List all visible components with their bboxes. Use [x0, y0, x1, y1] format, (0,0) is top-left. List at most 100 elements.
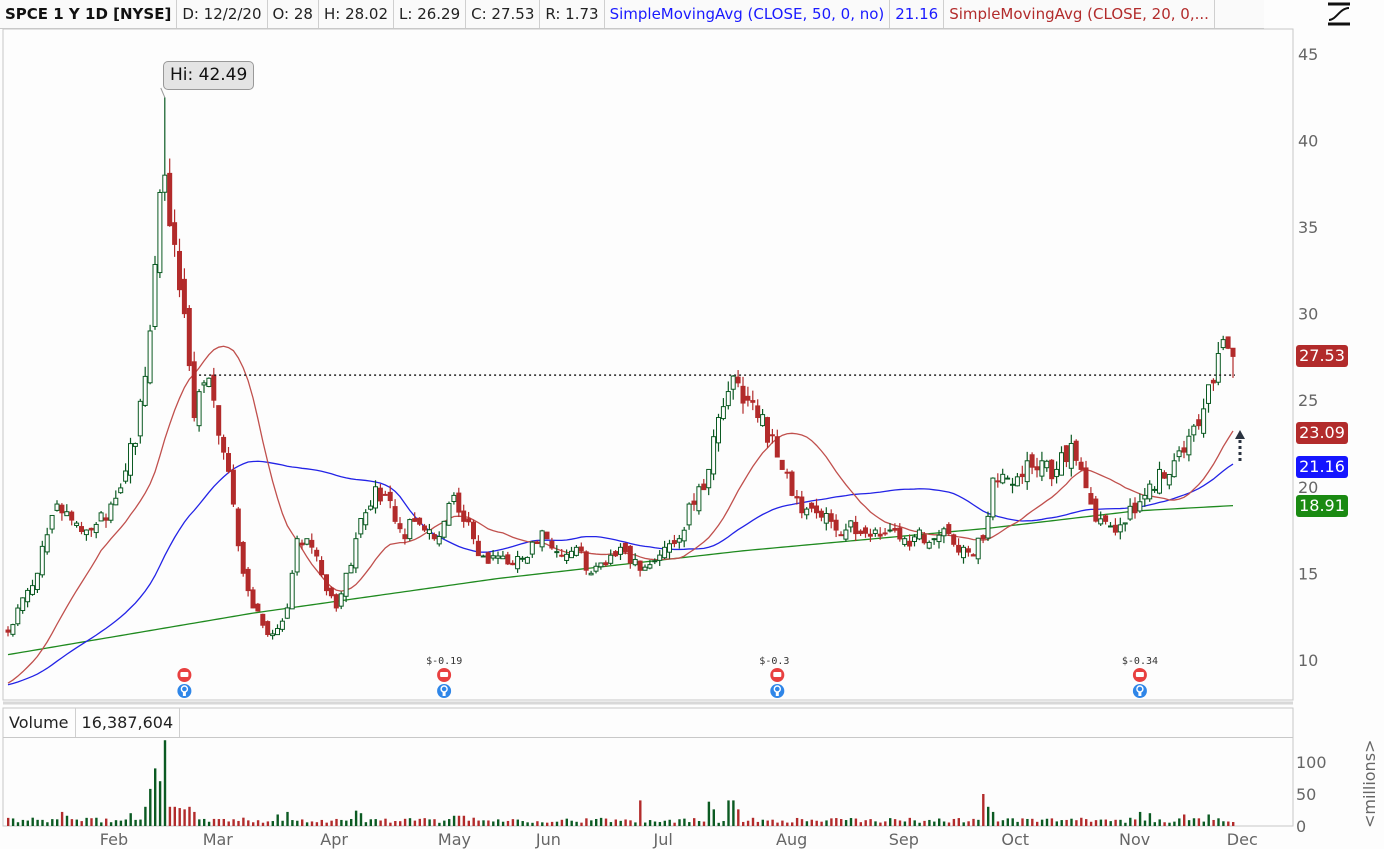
candle-body — [1132, 502, 1138, 514]
volume-bar — [884, 821, 887, 826]
candle-body — [132, 442, 138, 447]
candle-body — [1166, 473, 1172, 486]
candle-body — [618, 546, 623, 555]
volume-bar — [345, 820, 348, 826]
candle — [230, 464, 236, 507]
volume-bar — [859, 822, 862, 826]
candle-body — [936, 534, 942, 543]
volume-bar — [585, 818, 588, 826]
candle — [265, 620, 271, 637]
candle-body — [760, 414, 766, 427]
volume-bar — [80, 821, 83, 826]
candle-body — [441, 520, 447, 538]
candle-body — [671, 540, 677, 545]
volume-bar — [1163, 822, 1166, 826]
candle-body — [108, 503, 114, 521]
candle-body — [93, 523, 99, 534]
volume-bar — [389, 822, 392, 826]
candle-body — [426, 529, 432, 534]
volume-bar — [599, 817, 603, 826]
candle-body — [373, 486, 378, 509]
candle-body — [451, 494, 457, 503]
volume-bar — [595, 818, 598, 826]
volume-bar — [1168, 822, 1171, 826]
volume-bar — [1207, 814, 1210, 826]
volume-bar — [163, 740, 167, 826]
candle-body — [632, 558, 638, 566]
volume-bar — [805, 821, 809, 826]
candle-body — [431, 534, 437, 540]
candle — [985, 511, 991, 542]
volume-bar — [477, 820, 480, 826]
candle-body — [544, 531, 550, 540]
volume-bar — [1031, 818, 1034, 826]
candle-body — [676, 538, 682, 543]
candle-body — [1171, 460, 1177, 478]
volume-bar — [364, 822, 368, 826]
volume-bar — [668, 819, 671, 826]
volume-bar — [972, 818, 975, 826]
candle-body — [539, 530, 545, 548]
volume-label[interactable]: Volume — [3, 708, 76, 737]
volume-bar — [977, 819, 980, 826]
candle-body — [720, 406, 726, 420]
candle-body — [711, 436, 717, 475]
candle-body — [475, 540, 481, 557]
candle-body — [799, 496, 805, 514]
candle-body — [1068, 442, 1074, 469]
candle-body — [319, 560, 325, 576]
candle-body — [270, 633, 276, 637]
date-tick-label: Apr — [320, 830, 348, 849]
volume-bar — [1138, 811, 1142, 826]
candle-body — [706, 468, 712, 489]
volume-bar — [526, 822, 529, 826]
date-tick-label: Jul — [653, 830, 673, 849]
candle-body — [363, 512, 369, 526]
candle-body — [1073, 440, 1079, 461]
candle — [206, 377, 212, 388]
volume-bar — [256, 820, 260, 826]
volume-bar — [1119, 819, 1122, 826]
candle-body — [804, 508, 810, 516]
candle-body — [39, 545, 45, 576]
candle-body — [343, 572, 349, 597]
candle-body — [559, 554, 565, 557]
volume-bar — [840, 819, 843, 826]
candle-body — [15, 607, 21, 625]
volume-bar — [663, 820, 666, 826]
candle-body — [975, 537, 981, 560]
candle-body — [216, 405, 222, 436]
volume-bar — [874, 821, 877, 826]
candle-body — [951, 534, 957, 545]
volume-bar — [609, 822, 613, 826]
volume-bar — [933, 821, 936, 826]
volume-bar — [1227, 821, 1230, 826]
candle-body — [956, 544, 962, 553]
volume-bar — [158, 781, 162, 826]
volume-bar — [913, 820, 916, 826]
volume-bar — [1197, 818, 1201, 826]
candle-body — [1049, 459, 1055, 480]
candle-body — [965, 548, 971, 553]
candle — [191, 351, 197, 422]
volume-bar — [144, 806, 147, 826]
candle-body — [828, 513, 834, 522]
candle-body — [848, 520, 854, 528]
price-tick-label: 35 — [1298, 218, 1318, 237]
candle-body — [324, 574, 329, 592]
price-tick-label: 40 — [1298, 132, 1318, 151]
candle-body — [167, 172, 173, 227]
candle-body — [1019, 473, 1025, 478]
candle-body — [554, 551, 560, 554]
volume-bar — [183, 809, 186, 826]
volume-bar — [266, 821, 270, 826]
candle-body — [1108, 525, 1113, 528]
candle-body — [74, 522, 80, 527]
volume-bar — [51, 819, 54, 826]
candle-body — [564, 553, 570, 561]
candle — [417, 517, 423, 526]
candle-body — [779, 459, 785, 470]
candle — [157, 189, 163, 279]
candle-body — [191, 361, 197, 419]
candle-body — [328, 587, 334, 597]
